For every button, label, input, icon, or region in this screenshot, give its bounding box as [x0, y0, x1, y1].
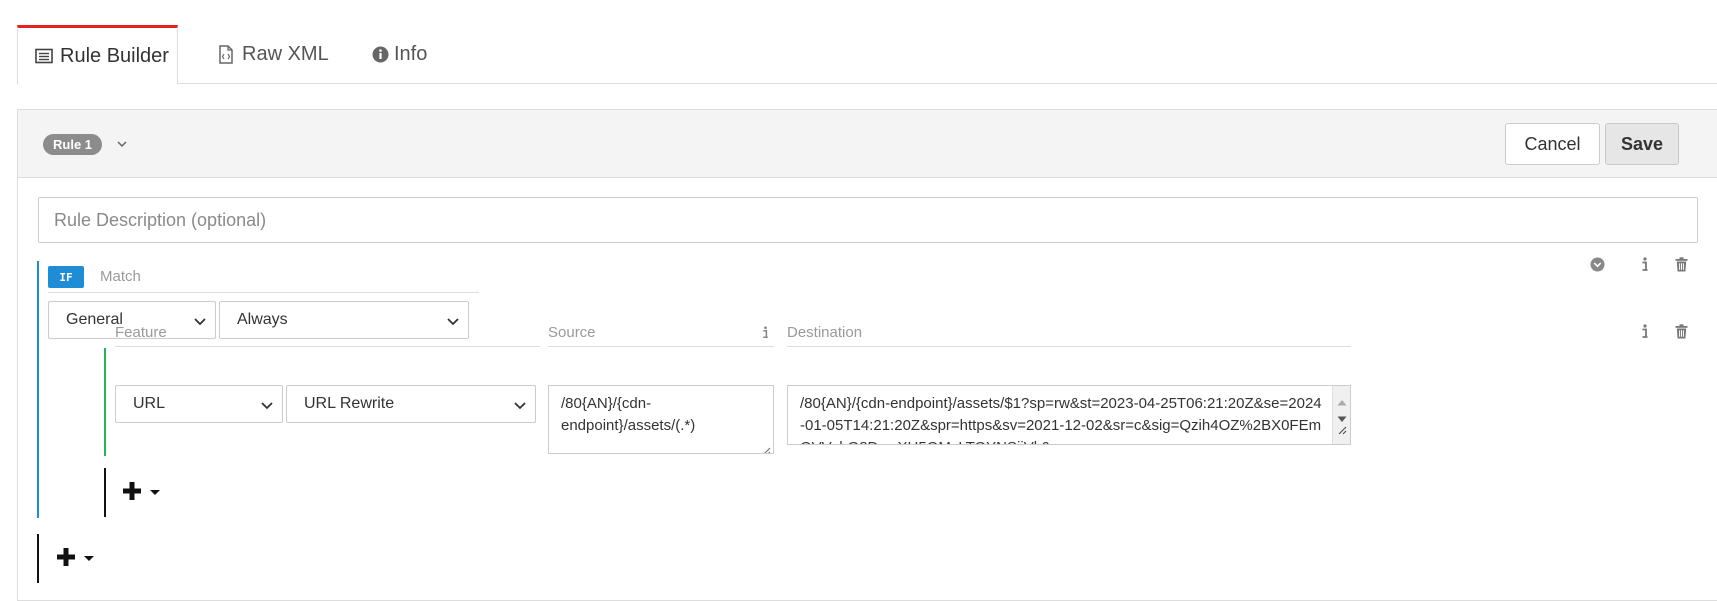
- feature-label: Feature: [115, 324, 167, 341]
- trash-icon[interactable]: [1673, 323, 1689, 339]
- tab-bar: Rule Builder Raw XML Info: [17, 25, 1717, 85]
- save-button[interactable]: Save: [1605, 123, 1679, 165]
- info-icon[interactable]: [757, 324, 773, 340]
- destination-textarea[interactable]: /80{AN}/{cdn-endpoint}/assets/$1?sp=rw&s…: [787, 385, 1351, 445]
- tab-label: Info: [394, 43, 428, 65]
- chevron-down-icon: [260, 398, 274, 412]
- select-value: URL Rewrite: [304, 395, 395, 412]
- tab-raw-xml[interactable]: Raw XML: [216, 25, 336, 84]
- file-code-icon: [216, 45, 236, 65]
- destination-value: /80{AN}/{cdn-endpoint}/assets/$1?sp=rw&s…: [800, 395, 1322, 444]
- chevron-down-icon[interactable]: [114, 136, 130, 152]
- scrollbar[interactable]: [1332, 386, 1350, 444]
- condition-operator-select[interactable]: Always: [219, 301, 469, 339]
- chevron-down-icon: [193, 314, 207, 328]
- select-value: URL: [133, 395, 166, 412]
- if-block-bar: [37, 261, 39, 518]
- rule-badge[interactable]: Rule 1: [43, 134, 103, 155]
- feature-block-bar: [104, 348, 106, 456]
- cancel-button[interactable]: Cancel: [1505, 123, 1600, 165]
- source-label: Source: [548, 324, 596, 341]
- select-value: Always: [237, 311, 288, 328]
- caret-down-icon: [84, 555, 94, 561]
- add-feature-button[interactable]: [122, 474, 160, 510]
- resize-handle-icon[interactable]: [761, 441, 771, 453]
- rule-header: Rule 1 Cancel Save: [18, 110, 1717, 178]
- tab-label: Raw XML: [242, 43, 329, 65]
- info-icon[interactable]: [1637, 323, 1653, 339]
- info-icon[interactable]: [1637, 256, 1653, 272]
- add-condition-bar: [37, 534, 39, 583]
- add-feature-bar: [104, 468, 106, 517]
- tab-rule-builder[interactable]: Rule Builder: [17, 25, 178, 85]
- if-badge: IF: [48, 266, 84, 288]
- feature-type-select[interactable]: URL: [115, 385, 283, 423]
- rule-panel: Rule 1 Cancel Save IF Match General Alwa…: [17, 109, 1717, 601]
- tab-info[interactable]: Info: [370, 25, 450, 84]
- rule-description-input[interactable]: [38, 197, 1698, 243]
- tab-label: Rule Builder: [60, 44, 169, 67]
- list-icon: [34, 46, 54, 66]
- caret-down-icon: [150, 489, 160, 495]
- source-divider: [548, 346, 774, 347]
- feature-divider: [115, 346, 540, 347]
- trash-icon[interactable]: [1673, 256, 1689, 272]
- feature-action-select[interactable]: URL Rewrite: [286, 385, 536, 423]
- match-label: Match: [100, 268, 141, 285]
- destination-label: Destination: [787, 324, 863, 341]
- plus-icon: [56, 541, 76, 575]
- source-value: /80{AN}/{cdn-endpoint}/assets/(.*): [561, 395, 696, 434]
- source-textarea[interactable]: /80{AN}/{cdn-endpoint}/assets/(.*): [548, 385, 774, 454]
- add-condition-button[interactable]: [56, 540, 94, 576]
- chevron-down-icon: [513, 398, 527, 412]
- match-divider: [48, 292, 479, 293]
- chevron-down-icon: [446, 314, 460, 328]
- toggle-collapse-icon[interactable]: [1589, 256, 1605, 272]
- destination-divider: [787, 346, 1351, 347]
- resize-handle-icon[interactable]: [1337, 420, 1347, 442]
- plus-icon: [122, 475, 142, 509]
- info-circle-icon: [370, 45, 390, 65]
